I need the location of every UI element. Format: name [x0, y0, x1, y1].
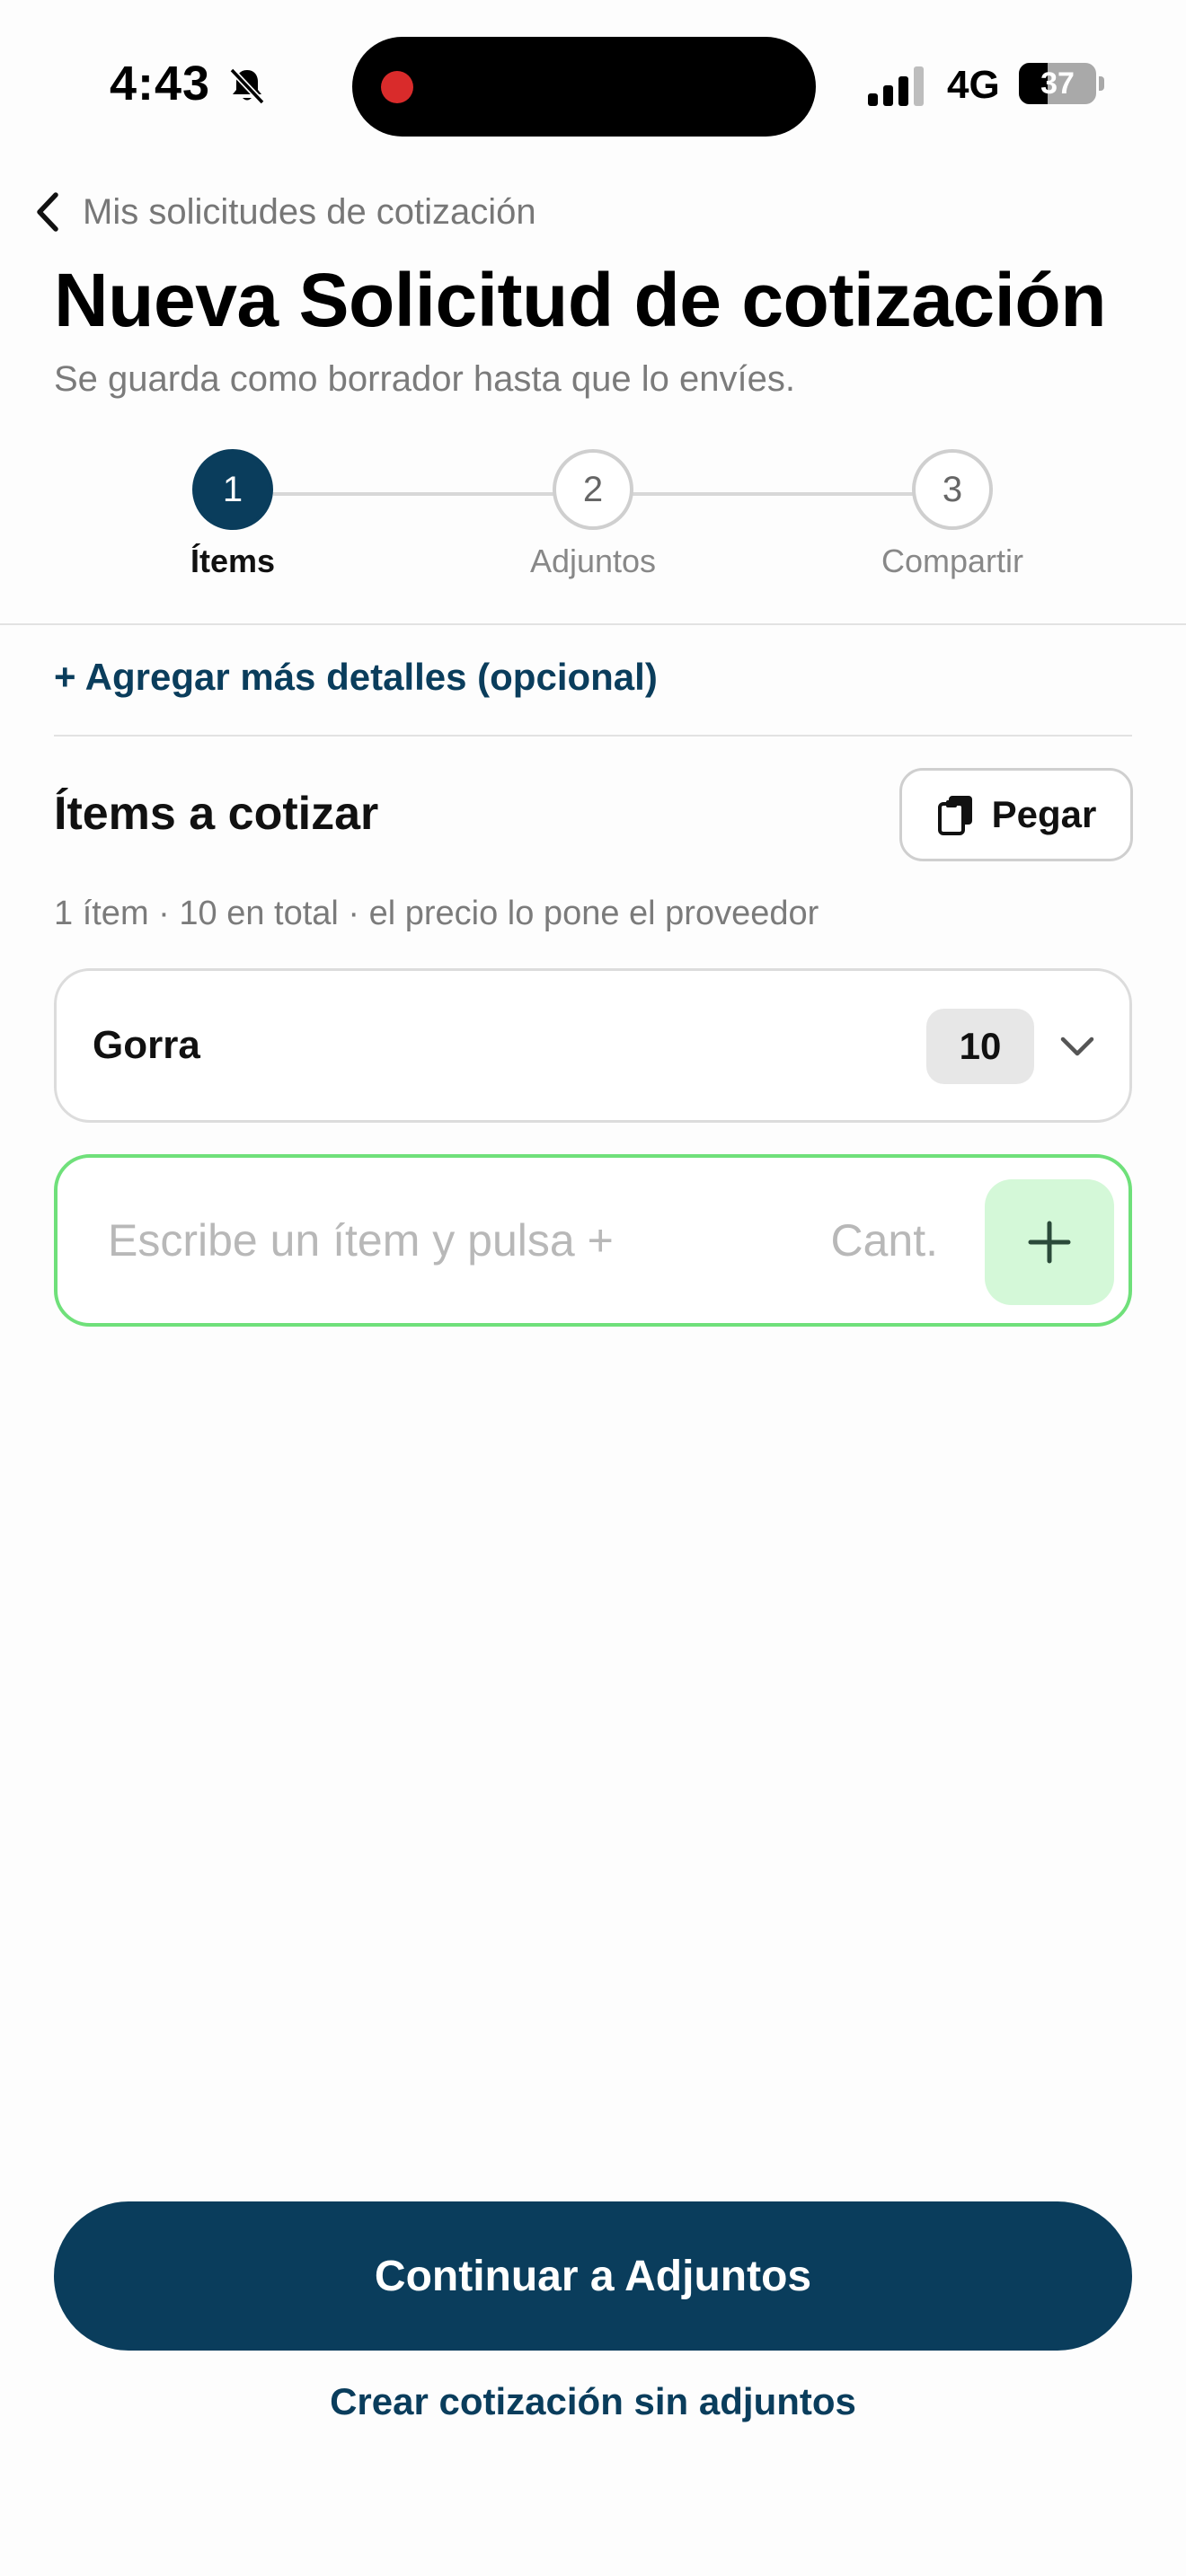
stepper: 1 Ítems 2 Adjuntos 3 Compartir	[0, 449, 1186, 602]
new-item-form	[54, 1154, 1132, 1327]
clipboard-icon	[937, 796, 972, 835]
divider	[54, 735, 1132, 737]
step-number: 2	[553, 449, 633, 530]
paste-button[interactable]: Pegar	[899, 768, 1133, 861]
status-bar: 4:43 4G 37	[0, 0, 1186, 171]
back-button[interactable]: Mis solicitudes de cotización	[31, 185, 536, 239]
step-share[interactable]: 3 Compartir	[818, 449, 1087, 580]
bell-slash-icon	[229, 67, 265, 105]
step-number: 3	[912, 449, 993, 530]
signal-icon	[868, 66, 924, 106]
add-details-link[interactable]: + Agregar más detalles (opcional)	[54, 656, 658, 699]
step-label: Adjuntos	[529, 543, 657, 579]
chevron-left-icon	[37, 192, 58, 232]
add-item-button[interactable]	[985, 1179, 1114, 1305]
quantity-input[interactable]	[803, 1194, 938, 1287]
item-name: Gorra	[93, 1023, 200, 1067]
divider	[0, 623, 1186, 625]
step-label: Compartir	[881, 543, 1024, 579]
items-section-title: Ítems a cotizar	[54, 788, 379, 840]
page-subtitle: Se guarda como borrador hasta que lo env…	[54, 359, 795, 399]
new-item-input[interactable]	[108, 1194, 809, 1287]
back-label: Mis solicitudes de cotización	[83, 191, 536, 232]
continue-button[interactable]: Continuar a Adjuntos	[54, 2201, 1132, 2351]
list-item[interactable]: Gorra 10	[54, 968, 1132, 1123]
page-title: Nueva Solicitud de cotización	[54, 258, 1107, 342]
recording-indicator-icon	[381, 71, 413, 103]
step-number: 1	[192, 449, 273, 530]
chevron-down-icon[interactable]	[1056, 1025, 1099, 1068]
step-label: Ítems	[190, 543, 276, 579]
battery-icon: 37	[1019, 63, 1105, 104]
step-items[interactable]: 1 Ítems	[98, 449, 367, 580]
dynamic-island	[352, 37, 816, 137]
network-type: 4G	[947, 63, 1000, 107]
paste-label: Pegar	[991, 793, 1097, 835]
status-time: 4:43	[110, 57, 211, 110]
plus-icon	[1028, 1221, 1071, 1264]
item-quantity-badge[interactable]: 10	[926, 1009, 1034, 1084]
step-attachments[interactable]: 2 Adjuntos	[458, 449, 728, 580]
create-without-attachments-link[interactable]: Crear cotización sin adjuntos	[0, 2380, 1186, 2423]
items-summary: 1 ítem · 10 en total · el precio lo pone…	[54, 895, 819, 932]
screen: 4:43 4G 37 Mis solicitudes de cotización…	[0, 0, 1186, 2576]
battery-level: 37	[1040, 66, 1075, 101]
